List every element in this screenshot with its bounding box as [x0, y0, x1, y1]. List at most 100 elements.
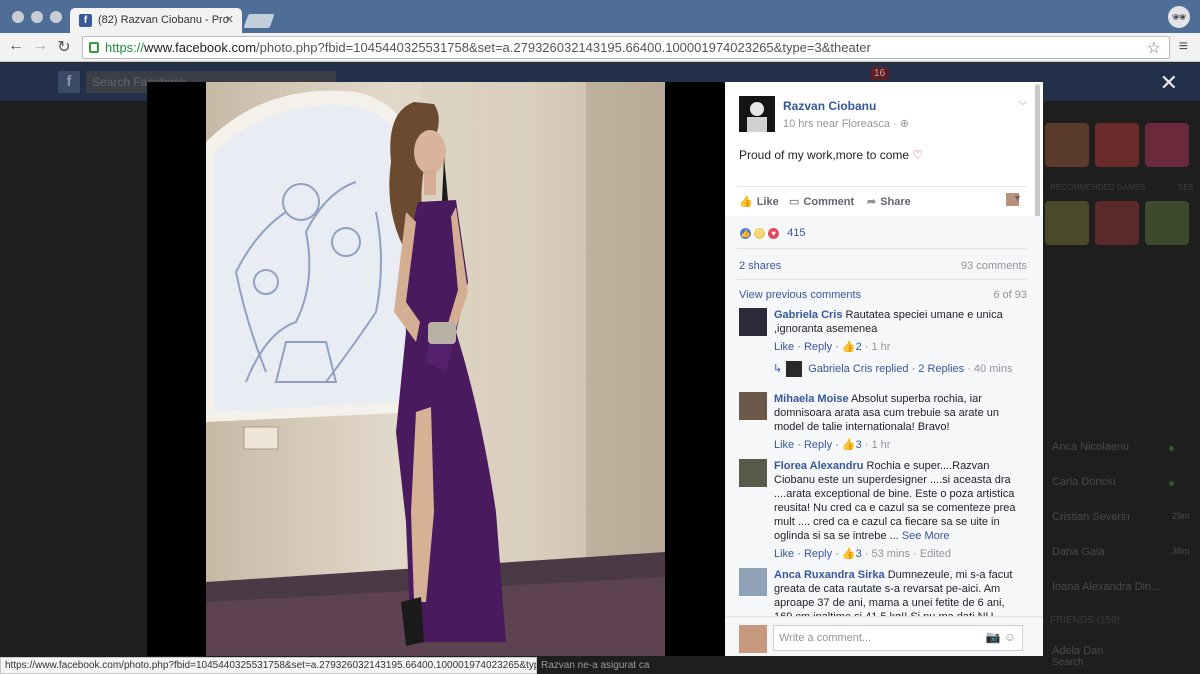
commenter-avatar[interactable] — [739, 459, 767, 487]
notification-badge[interactable]: 16 — [870, 67, 890, 80]
facebook-logo-icon[interactable]: f — [58, 71, 80, 93]
reactions-summary[interactable]: 👍 ☹ ♥ 415 — [739, 227, 806, 240]
post-meta: 10 hrs near Floreasca · ⊕ — [783, 118, 909, 130]
tab-close-icon[interactable]: ✕ — [225, 13, 234, 26]
right-sidebar: RECOMMENDED GAMES SEE Anca Nicolaenu Car… — [1042, 63, 1200, 674]
contact-name[interactable]: Dana Gaia — [1052, 546, 1105, 558]
back-arrow-icon[interactable]: ← — [6, 37, 26, 55]
browser-tab[interactable]: f (82) Razvan Ciobanu - Pro ✕ — [70, 8, 242, 33]
shares-link[interactable]: 2 shares — [739, 260, 781, 272]
game-tile-1[interactable] — [1045, 123, 1089, 167]
secure-lock-icon — [89, 42, 99, 53]
see-all-link[interactable]: SEE — [1178, 183, 1194, 192]
game-tile-4[interactable] — [1045, 201, 1089, 245]
commenter-avatar[interactable] — [739, 392, 767, 420]
post-caption: Proud of my work,more to come ♡ — [739, 148, 923, 162]
see-more-link[interactable]: See More — [902, 530, 950, 542]
contact-time: 38m — [1172, 546, 1190, 556]
comment-item: Florea Alexandru Rochia e super....Razva… — [739, 459, 1029, 563]
new-tab-button[interactable] — [243, 14, 275, 28]
commenter-avatar[interactable] — [739, 568, 767, 596]
post-timestamp[interactable]: 10 hrs near Floreasca — [783, 118, 890, 130]
comment-like-count[interactable]: 2 — [856, 341, 862, 353]
thumbs-up-icon: 👍 — [739, 196, 753, 208]
replied-label: Gabriela Cris replied — [808, 362, 909, 375]
status-bar-url: https://www.facebook.com/photo.php?fbid=… — [0, 657, 537, 674]
share-button[interactable]: ➦ Share — [867, 195, 911, 208]
contact-name[interactable]: Cristian Severin — [1052, 511, 1130, 523]
like-button[interactable]: 👍 Like — [739, 195, 779, 208]
comment-time[interactable]: 1 hr — [872, 341, 891, 353]
address-bar[interactable]: https://www.facebook.com/photo.php?fbid=… — [82, 36, 1170, 59]
write-comment-input[interactable]: Write a comment... 📷 ☺ — [773, 625, 1023, 651]
comment-like-link[interactable]: Like — [774, 548, 794, 560]
comment-reply-link[interactable]: Reply — [804, 439, 832, 451]
contact-name[interactable]: Adela Dan — [1052, 645, 1103, 657]
forward-arrow-icon[interactable]: → — [30, 37, 50, 55]
caret-down-icon[interactable]: ▼ — [1013, 193, 1022, 203]
emoji-icon[interactable]: ☺ — [1004, 630, 1016, 644]
comment-time[interactable]: 1 hr — [872, 439, 891, 451]
author-avatar[interactable] — [739, 96, 775, 132]
comment-reply-link[interactable]: Reply — [804, 341, 832, 353]
thumbs-up-icon: 👍 — [841, 341, 856, 353]
like-reaction-icon: 👍 — [739, 227, 752, 240]
comment-reply-link[interactable]: Reply — [804, 548, 832, 560]
comment-author[interactable]: Gabriela Cris — [774, 309, 842, 321]
commenter-avatar[interactable] — [739, 308, 767, 336]
replier-avatar — [786, 361, 803, 377]
browser-menu-icon[interactable]: ≡ — [1179, 38, 1188, 56]
browser-titlebar: f (82) Razvan Ciobanu - Pro ✕ 🕶 — [0, 0, 1200, 33]
comment-author[interactable]: Mihaela Moise — [774, 393, 849, 405]
comment-time[interactable]: 53 mins — [872, 548, 911, 560]
like-label: Like — [756, 196, 779, 208]
bookmark-star-icon[interactable]: ☆ — [1147, 38, 1161, 58]
comment-author[interactable]: Florea Alexandru — [774, 460, 863, 472]
maximize-window-button[interactable] — [50, 11, 62, 23]
game-tile-2[interactable] — [1095, 123, 1139, 167]
sidebar-search[interactable]: Search — [1052, 657, 1084, 668]
contact-name[interactable]: Anca Nicolaenu — [1052, 441, 1129, 453]
reaction-count: 415 — [787, 227, 806, 240]
write-comment-placeholder: Write a comment... — [779, 632, 872, 644]
comment-like-count[interactable]: 3 — [856, 439, 862, 451]
game-tile-3[interactable] — [1145, 123, 1189, 167]
comment-meta: Like · Reply · 👍3 · 1 hr — [774, 439, 891, 451]
camera-icon[interactable]: 📷 — [985, 630, 1000, 644]
url-scheme: https:// — [105, 40, 145, 55]
comment-like-count[interactable]: 3 — [856, 548, 862, 560]
comment-button[interactable]: ▭ Comment — [789, 195, 854, 208]
post-photo[interactable] — [206, 82, 665, 656]
comment-body: Gabriela Cris Rautatea speciei umane e u… — [774, 308, 1024, 336]
comment-author[interactable]: Anca Ruxandra Sirka — [774, 569, 885, 581]
comment-body: Florea Alexandru Rochia e super....Razva… — [774, 459, 1024, 543]
minimize-window-button[interactable] — [31, 11, 43, 23]
comment-body: Anca Ruxandra Sirka Dumnezeule, mi s-a f… — [774, 568, 1024, 616]
post-author-name[interactable]: Razvan Ciobanu — [783, 99, 876, 113]
contact-name[interactable]: Carla Donciu — [1052, 476, 1116, 488]
game-tile-6[interactable] — [1145, 201, 1189, 245]
comment-body: Mihaela Moise Absolut superba rochia, ia… — [774, 392, 1024, 434]
divider — [737, 279, 1027, 280]
comment-meta: Like · Reply · 👍2 · 1 hr — [774, 341, 891, 353]
game-tile-5[interactable] — [1095, 201, 1139, 245]
browser-toolbar: ← → ↻ https://www.facebook.com/photo.php… — [0, 33, 1200, 62]
close-theater-icon[interactable]: ✕ — [1160, 70, 1178, 96]
tab-title: (82) Razvan Ciobanu - Pro — [98, 14, 229, 26]
replies-count: 2 Replies — [918, 362, 965, 375]
view-previous-comments-link[interactable]: View previous comments — [739, 289, 861, 301]
current-user-avatar — [739, 625, 767, 653]
comment-like-link[interactable]: Like — [774, 341, 794, 353]
close-window-button[interactable] — [12, 11, 24, 23]
post-details-panel: Razvan Ciobanu 10 hrs near Floreasca · ⊕… — [725, 82, 1043, 656]
contact-name[interactable]: Ioana Alexandra Din... — [1052, 581, 1160, 593]
photo-stage — [147, 82, 725, 656]
comment-item: Gabriela Cris Rautatea speciei umane e u… — [739, 308, 1029, 386]
comment-like-link[interactable]: Like — [774, 439, 794, 451]
chevron-down-icon[interactable]: ⌵ — [1019, 96, 1027, 109]
divider — [737, 248, 1027, 249]
replies-summary[interactable]: ↳ Gabriela Cris replied · 2 Replies · 40 … — [773, 361, 1012, 377]
share-arrow-icon: ➦ — [867, 196, 877, 208]
reload-icon[interactable]: ↻ — [54, 37, 74, 57]
edited-label[interactable]: Edited — [920, 548, 951, 560]
